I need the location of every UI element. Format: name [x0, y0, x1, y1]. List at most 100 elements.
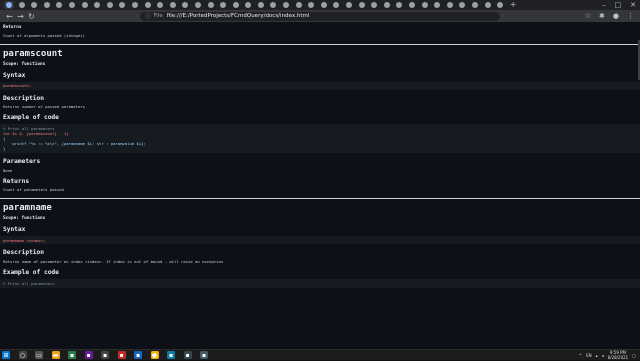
- info-icon[interactable]: ⓘ: [145, 12, 151, 20]
- menu-icon[interactable]: ⋮: [627, 12, 634, 20]
- tab-favicon-icon: [308, 2, 315, 8]
- browser-tab[interactable]: [168, 1, 178, 9]
- bookmark-star-icon[interactable]: ☆: [585, 12, 591, 20]
- browser-tab[interactable]: [155, 1, 165, 9]
- window-controls: – □ ✕: [602, 0, 636, 10]
- browser-tab[interactable]: [407, 1, 417, 9]
- app-icon[interactable]: ▪: [84, 351, 93, 359]
- search-icon[interactable]: ○: [18, 351, 27, 359]
- tab-favicon-icon: [257, 2, 264, 8]
- browser-tab[interactable]: [483, 1, 493, 9]
- browser-tab[interactable]: [470, 1, 480, 9]
- clock-date: 8/28/2021: [607, 354, 629, 360]
- app-icon[interactable]: ▪: [200, 351, 208, 359]
- returns-text: Count of arguments passed (integer): [3, 32, 85, 38]
- browser-tab[interactable]: [4, 1, 14, 9]
- tab-favicon-icon: [497, 2, 504, 8]
- network-icon[interactable]: ▴: [596, 353, 598, 358]
- returns-heading: Returns: [3, 25, 22, 30]
- browser-tab[interactable]: [67, 1, 77, 9]
- chrome-icon[interactable]: ●: [150, 351, 159, 359]
- browser-tab[interactable]: [143, 1, 153, 9]
- browser-tab[interactable]: [92, 1, 102, 9]
- address-bar[interactable]: ⓘ File file:///E:/PortedProjects/FCmdQue…: [140, 11, 500, 21]
- clock[interactable]: 9:59 PM 8/28/2021: [607, 350, 629, 360]
- tab-favicon-icon: [446, 2, 453, 8]
- browser-tab[interactable]: [243, 1, 253, 9]
- new-tab-button[interactable]: +: [510, 1, 517, 9]
- app-icon[interactable]: ▪: [117, 351, 126, 359]
- tab-favicon-icon: [18, 2, 25, 8]
- browser-tab[interactable]: [256, 1, 266, 9]
- browser-tab[interactable]: [180, 1, 190, 9]
- browser-tab[interactable]: [306, 1, 316, 9]
- tab-favicon-icon: [207, 2, 214, 8]
- maximize-button[interactable]: □: [615, 1, 622, 9]
- volume-icon[interactable]: ◂: [602, 353, 604, 358]
- browser-tab[interactable]: [331, 1, 341, 9]
- browser-tab[interactable]: [193, 1, 203, 9]
- file-explorer-icon[interactable]: ▬: [51, 351, 60, 359]
- tray-chevron-icon[interactable]: ^: [579, 353, 582, 358]
- browser-tab[interactable]: [206, 1, 216, 9]
- browser-tab[interactable]: [357, 1, 367, 9]
- section-divider: [0, 43, 640, 45]
- app-icon[interactable]: ▪: [134, 351, 142, 359]
- browser-tab[interactable]: [420, 1, 430, 9]
- browser-tab[interactable]: [432, 1, 442, 9]
- browser-tab[interactable]: [294, 1, 304, 9]
- start-icon[interactable]: ⊞: [2, 351, 10, 359]
- back-icon[interactable]: ←: [4, 12, 15, 21]
- reload-icon[interactable]: ↻: [26, 12, 37, 21]
- browser-tab[interactable]: [281, 1, 291, 9]
- example-code: % Print all parameters: [0, 278, 640, 288]
- browser-tab[interactable]: [80, 1, 90, 9]
- task-view-icon[interactable]: ▭: [35, 351, 43, 359]
- language-indicator[interactable]: EN: [586, 353, 592, 358]
- browser-tab[interactable]: [54, 1, 64, 9]
- browser-tab[interactable]: [319, 1, 329, 9]
- section-divider: [0, 198, 640, 199]
- browser-tab[interactable]: [344, 1, 354, 9]
- browser-tab[interactable]: [130, 1, 140, 9]
- scope-label: Scope: functions: [3, 61, 46, 67]
- browser-tab[interactable]: [105, 1, 115, 9]
- browser-tab[interactable]: [394, 1, 404, 9]
- app-icon[interactable]: ▪: [101, 351, 109, 359]
- close-window-button[interactable]: ✕: [630, 1, 636, 9]
- tab-favicon-icon: [434, 2, 441, 8]
- extensions-icon[interactable]: ✱: [599, 12, 605, 20]
- browser-tab[interactable]: [218, 1, 228, 9]
- syntax-heading: Syntax: [3, 71, 26, 79]
- tab-favicon-icon: [81, 2, 88, 8]
- browser-tab[interactable]: [382, 1, 392, 9]
- tab-favicon-icon: [94, 2, 101, 8]
- parameters-heading: Parameters: [3, 158, 41, 165]
- minimize-button[interactable]: –: [602, 1, 606, 9]
- forward-icon[interactable]: →: [15, 12, 26, 21]
- app-icon[interactable]: ▪: [167, 351, 175, 359]
- app-icon[interactable]: ▪: [183, 351, 192, 359]
- browser-tab[interactable]: [117, 1, 127, 9]
- browser-tab[interactable]: [29, 1, 39, 9]
- section-title: paramscount: [3, 48, 63, 59]
- browser-tab[interactable]: [369, 1, 379, 9]
- notifications-icon[interactable]: ▢: [632, 353, 636, 358]
- browser-tab[interactable]: [42, 1, 52, 9]
- browser-tab[interactable]: [17, 1, 27, 9]
- browser-tab[interactable]: [495, 1, 505, 9]
- tab-favicon-icon: [471, 2, 478, 8]
- address-url[interactable]: file:///E:/PortedProjects/FCmdQuery/docs…: [167, 13, 310, 19]
- browser-tab[interactable]: [457, 1, 467, 9]
- tab-favicon-icon: [295, 2, 302, 8]
- browser-tab[interactable]: [445, 1, 455, 9]
- description-text: Returns name of parameter on index <inde…: [3, 258, 224, 264]
- browser-tab[interactable]: [268, 1, 278, 9]
- description-heading: Description: [3, 94, 44, 102]
- returns-text: Count of parameters passed: [3, 187, 64, 192]
- app-icon[interactable]: ▪: [68, 351, 76, 359]
- profile-avatar[interactable]: ●: [613, 12, 619, 20]
- tab-favicon-icon: [245, 2, 252, 8]
- browser-tab[interactable]: [231, 1, 241, 9]
- description-heading: Description: [3, 249, 44, 256]
